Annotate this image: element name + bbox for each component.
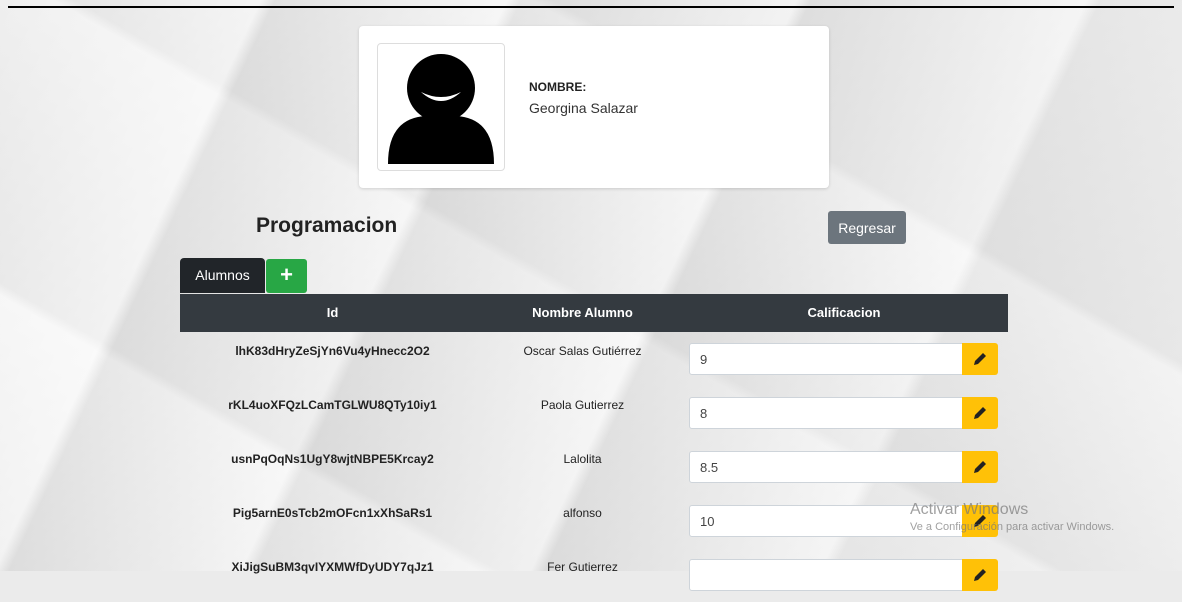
tab-alumnos[interactable]: Alumnos (180, 258, 265, 293)
edit-button[interactable] (962, 397, 998, 429)
edit-button[interactable] (962, 559, 998, 591)
watermark-title: Activar Windows (910, 501, 1029, 518)
name-label: NOMBRE: (529, 80, 587, 94)
pencil-icon (974, 461, 986, 473)
grade-input[interactable] (689, 397, 963, 429)
add-student-button[interactable]: + (266, 259, 307, 293)
cell-name: Lalolita (563, 452, 602, 466)
profile-card: NOMBRE: Georgina Salazar (359, 26, 829, 188)
cell-id: rKL4uoXFQzLCamTGLWU8QTy10iy1 (228, 398, 437, 412)
cell-id: XiJigSuBM3qvIYXMWfDyUDY7qJz1 (231, 560, 434, 574)
table-row: rKL4uoXFQzLCamTGLWU8QTy10iy1 Paola Gutie… (180, 386, 1008, 440)
cell-id: usnPqOqNs1UgY8wjtNBPE5Krcay2 (231, 452, 434, 466)
grade-input[interactable] (689, 559, 963, 591)
windows-activation-watermark: Activar Windows Ve a Configuración para … (910, 501, 1114, 533)
edit-button[interactable] (962, 451, 998, 483)
avatar (377, 43, 505, 171)
cell-name: alfonso (563, 506, 602, 520)
cell-name: Fer Gutierrez (547, 560, 618, 574)
table-row: XiJigSuBM3qvIYXMWfDyUDY7qJz1 Fer Gutierr… (180, 548, 1008, 602)
grade-input[interactable] (689, 343, 963, 375)
cell-id: lhK83dHryZeSjYn6Vu4yHnecc2O2 (235, 344, 430, 358)
top-border (8, 6, 1174, 8)
cell-id: Pig5arnE0sTcb2mOFcn1xXhSaRs1 (232, 506, 433, 520)
table-header: Id Nombre Alumno Calificacion (180, 294, 1008, 332)
page-title: Programacion (256, 214, 398, 237)
back-button[interactable]: Regresar (828, 211, 906, 244)
column-header-id: Id (326, 305, 339, 320)
table-row: usnPqOqNs1UgY8wjtNBPE5Krcay2 Lalolita (180, 440, 1008, 494)
pencil-icon (974, 407, 986, 419)
column-header-name: Nombre Alumno (532, 305, 633, 320)
table-row: lhK83dHryZeSjYn6Vu4yHnecc2O2 Oscar Salas… (180, 332, 1008, 386)
cell-name: Paola Gutierrez (540, 398, 625, 412)
watermark-subtitle: Ve a Configuración para activar Windows. (910, 521, 1115, 533)
user-avatar-icon (388, 54, 494, 164)
plus-icon: + (280, 262, 293, 287)
edit-button[interactable] (962, 343, 998, 375)
cell-name: Oscar Salas Gutiérrez (523, 344, 642, 358)
table-row: Pig5arnE0sTcb2mOFcn1xXhSaRs1 alfonso (180, 494, 1008, 548)
grade-input[interactable] (689, 451, 963, 483)
pencil-icon (974, 569, 986, 581)
pencil-icon (974, 353, 986, 365)
column-header-grade: Calificacion (807, 305, 881, 320)
student-name: Georgina Salazar (529, 100, 638, 116)
